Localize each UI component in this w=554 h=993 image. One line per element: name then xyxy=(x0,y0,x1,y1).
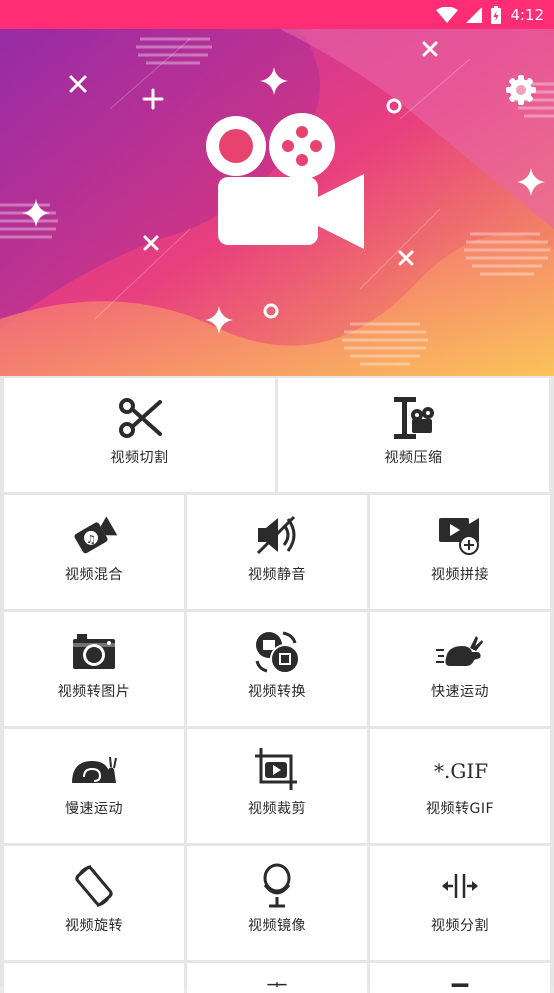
camera-icon xyxy=(71,628,117,676)
rabbit-icon xyxy=(436,628,484,676)
tool-label: 视频转换 xyxy=(248,684,306,700)
battery-icon xyxy=(491,5,502,24)
tool-label: 视频旋转 xyxy=(65,918,123,934)
svg-text:♫: ♫ xyxy=(86,533,96,546)
hero-banner xyxy=(0,29,554,376)
tool-label: 视频拼接 xyxy=(431,567,489,583)
tool-video-cut[interactable]: 视频切割 xyxy=(4,378,275,492)
tool-video-split[interactable]: 视频分割 xyxy=(370,846,550,960)
partial-tool-icon xyxy=(267,982,287,987)
split-icon xyxy=(440,862,480,910)
tool-cell-partial[interactable] xyxy=(370,963,550,993)
tool-label: 视频混合 xyxy=(65,567,123,583)
tool-video-to-gif[interactable]: *.GIF 视频转GIF xyxy=(370,729,550,843)
tool-label: 视频分割 xyxy=(431,918,489,934)
tool-label: 视频裁剪 xyxy=(248,801,306,817)
tool-video-mix[interactable]: ♫ 视频混合 xyxy=(4,495,184,609)
tool-label: 视频镜像 xyxy=(248,918,306,934)
mute-icon xyxy=(254,511,300,559)
wifi-icon xyxy=(436,6,459,23)
tool-video-mirror[interactable]: 视频镜像 xyxy=(187,846,367,960)
tool-label: 视频静音 xyxy=(248,567,306,583)
tool-video-convert[interactable]: 视频转换 xyxy=(187,612,367,726)
crop-icon xyxy=(253,745,301,793)
scissors-icon xyxy=(118,394,162,442)
music-camera-icon: ♫ xyxy=(70,511,118,559)
tool-video-rotate[interactable]: 视频旋转 xyxy=(4,846,184,960)
tool-cell-partial[interactable] xyxy=(4,963,184,993)
convert-icon xyxy=(253,628,301,676)
video-add-icon xyxy=(437,511,483,559)
tools-grid: 视频切割 视频压缩 ♫ 视频混合 视频静音 视频拼接 视频转图片 视频转换 快速… xyxy=(0,376,554,993)
status-bar: 4:12 xyxy=(0,0,554,29)
partial-tool-icon xyxy=(451,983,469,987)
svg-text:*.GIF: *.GIF xyxy=(434,759,488,783)
tool-cell-partial[interactable] xyxy=(187,963,367,993)
tool-video-crop[interactable]: 视频裁剪 xyxy=(187,729,367,843)
snail-icon xyxy=(70,745,118,793)
tool-label: 慢速运动 xyxy=(65,801,123,817)
signal-icon xyxy=(466,6,483,23)
tool-video-mute[interactable]: 视频静音 xyxy=(187,495,367,609)
compress-icon xyxy=(392,394,436,442)
tool-video-compress[interactable]: 视频压缩 xyxy=(278,378,549,492)
tool-fast-motion[interactable]: 快速运动 xyxy=(370,612,550,726)
tool-label: 视频转图片 xyxy=(57,684,131,700)
tool-label: 视频压缩 xyxy=(384,450,443,466)
tool-label: 视频转GIF xyxy=(425,801,495,817)
gif-icon: *.GIF xyxy=(432,745,488,793)
status-time: 4:12 xyxy=(510,5,544,24)
tool-label: 快速运动 xyxy=(431,684,489,700)
settings-gear-icon[interactable] xyxy=(504,73,538,107)
tool-video-to-image[interactable]: 视频转图片 xyxy=(4,612,184,726)
rotate-icon xyxy=(71,862,117,910)
tool-label: 视频切割 xyxy=(110,450,169,466)
mirror-icon xyxy=(255,862,299,910)
tool-slow-motion[interactable]: 慢速运动 xyxy=(4,729,184,843)
tool-video-join[interactable]: 视频拼接 xyxy=(370,495,550,609)
